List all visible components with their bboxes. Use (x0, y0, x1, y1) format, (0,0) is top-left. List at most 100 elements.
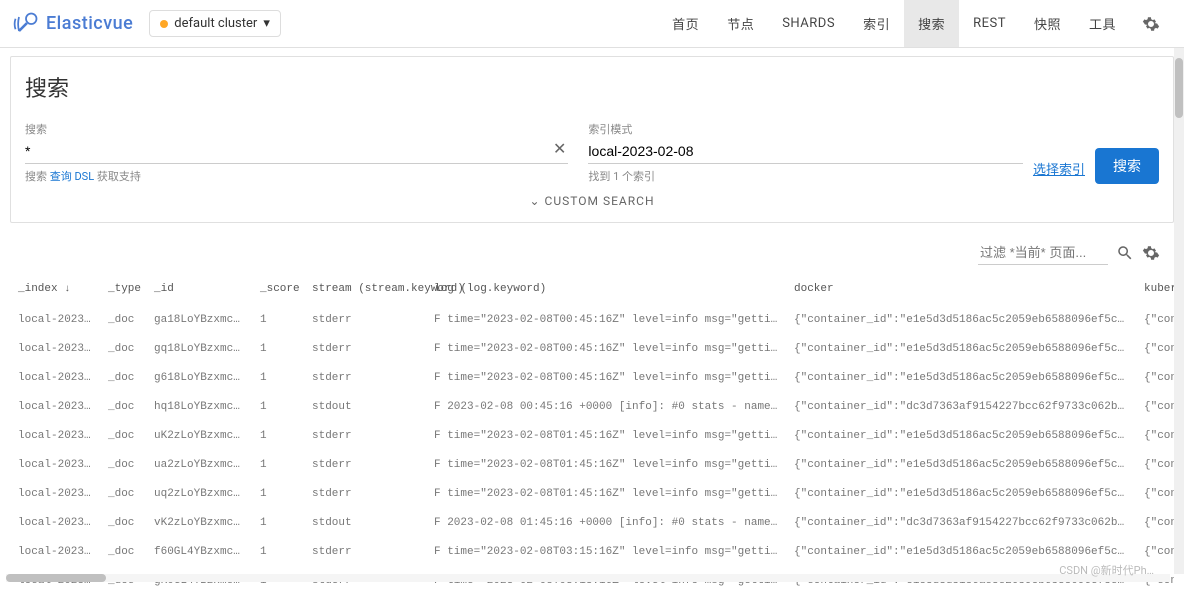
col-docker[interactable]: docker (786, 273, 1136, 306)
cell-stream: stderr (304, 480, 426, 509)
nav-item-5[interactable]: REST (959, 0, 1020, 47)
vertical-scrollbar[interactable] (1174, 48, 1184, 574)
cell-log: F time="2023-02-08T01:45:16Z" level=info… (426, 451, 786, 480)
cell-stream: stderr (304, 364, 426, 393)
scrollbar-thumb[interactable] (1175, 58, 1183, 118)
clear-query-icon[interactable]: ✕ (553, 139, 566, 158)
cell-type: _doc (100, 451, 146, 480)
chevron-down-icon: ⌄ (529, 194, 540, 208)
table-row[interactable]: local-2023-02-08_docuK2zLoYBzxmckReovK3U… (10, 422, 1174, 451)
select-index-link[interactable]: 选择索引 (1033, 159, 1085, 184)
col-score[interactable]: _score (252, 273, 304, 306)
cell-index: local-2023-02-08 (10, 538, 100, 567)
filter-input[interactable] (978, 241, 1108, 265)
search-icon[interactable] (1116, 244, 1134, 262)
nav-item-2[interactable]: SHARDS (768, 0, 849, 47)
cluster-selector[interactable]: default cluster ▾ (149, 10, 281, 37)
nav-item-6[interactable]: 快照 (1020, 0, 1075, 47)
col-id[interactable]: _id (146, 273, 252, 306)
index-hint: 找到 1 个索引 (588, 168, 1023, 184)
index-field-group: 索引模式 找到 1 个索引 选择索引 搜索 (588, 121, 1159, 184)
cell-index: local-2023-02-08 (10, 335, 100, 364)
scrollbar-thumb[interactable] (6, 574, 106, 582)
cell-log: F time="2023-02-08T01:45:16Z" level=info… (426, 480, 786, 509)
cell-id: uq2zLoYBzxmckReovK3U (146, 480, 252, 509)
cell-index: local-2023-02-08 (10, 422, 100, 451)
chevron-down-icon: ▾ (263, 16, 270, 31)
cell-docker: {"container_id":"e1e5d3d5186ac5c2059eb65… (786, 364, 1136, 393)
table-row[interactable]: local-2023-02-08_docf60GL4YBzxmckReoI7XH… (10, 538, 1174, 567)
cell-docker: {"container_id":"e1e5d3d5186ac5c2059eb65… (786, 451, 1136, 480)
nav-item-1[interactable]: 节点 (713, 0, 768, 47)
cell-docker: {"container_id":"e1e5d3d5186ac5c2059eb65… (786, 306, 1136, 335)
cell-index: local-2023-02-08 (10, 509, 100, 538)
cell-docker: {"container_id":"dc3d7363af9154227bcc62f… (786, 393, 1136, 422)
table-row[interactable]: local-2023-02-08_docvK2zLoYBzxmckReo0q0L… (10, 509, 1174, 538)
cluster-status-dot (160, 20, 168, 28)
cell-score: 1 (252, 451, 304, 480)
cell-log: F time="2023-02-08T01:45:16Z" level=info… (426, 422, 786, 451)
watermark: CSDN @新时代Ph… (1059, 562, 1154, 578)
search-card: 搜索 搜索 ✕ 搜索 查询 DSL 获取支持 索引模式 找到 1 个索引 选择索… (10, 56, 1174, 223)
cell-type: _doc (100, 393, 146, 422)
cell-score: 1 (252, 509, 304, 538)
cell-id: hq18LoYBzxmckReo46h6 (146, 393, 252, 422)
table-row[interactable]: local-2023-02-08_docgq18LoYBzxmckReozajL… (10, 335, 1174, 364)
cell-id: f60GL4YBzxmckReoI7XH (146, 538, 252, 567)
cell-type: _doc (100, 335, 146, 364)
page-title: 搜索 (25, 71, 1159, 103)
cell-kuber: {"con (1136, 364, 1174, 393)
col-stream[interactable]: stream (stream.keyword) (304, 273, 426, 306)
nav-item-0[interactable]: 首页 (658, 0, 713, 47)
gear-icon[interactable] (1142, 244, 1160, 262)
col-type[interactable]: _type (100, 273, 146, 306)
horizontal-scrollbar[interactable] (6, 574, 1170, 582)
cell-log: F time="2023-02-08T00:45:16Z" level=info… (426, 306, 786, 335)
cell-index: local-2023-02-08 (10, 480, 100, 509)
brand-logo[interactable]: Elasticvue (12, 10, 133, 38)
filter-bar (10, 223, 1174, 273)
cell-score: 1 (252, 364, 304, 393)
cell-index: local-2023-02-08 (10, 451, 100, 480)
table-row[interactable]: local-2023-02-08_docga18LoYBzxmckReozajL… (10, 306, 1174, 335)
cell-score: 1 (252, 480, 304, 509)
cell-type: _doc (100, 364, 146, 393)
table-row[interactable]: local-2023-02-08_dochq18LoYBzxmckReo46h6… (10, 393, 1174, 422)
cell-log: F time="2023-02-08T03:15:16Z" level=info… (426, 538, 786, 567)
custom-search-toggle[interactable]: ⌄CUSTOM SEARCH (25, 184, 1159, 210)
cell-log: F 2023-02-08 00:45:16 +0000 [info]: #0 s… (426, 393, 786, 422)
table-row[interactable]: local-2023-02-08_docg618LoYBzxmckReozajL… (10, 364, 1174, 393)
elasticvue-icon (12, 10, 40, 38)
cell-kuber: {"con (1136, 480, 1174, 509)
cell-stream: stdout (304, 393, 426, 422)
nav-item-3[interactable]: 索引 (849, 0, 904, 47)
index-pattern-input[interactable] (588, 139, 1023, 164)
table-row[interactable]: local-2023-02-08_docuq2zLoYBzxmckReovK3U… (10, 480, 1174, 509)
cell-type: _doc (100, 538, 146, 567)
results-table-wrap: _index ↓ _type _id _score stream (stream… (10, 273, 1174, 596)
nav-item-4[interactable]: 搜索 (904, 0, 959, 47)
cell-index: local-2023-02-08 (10, 393, 100, 422)
cell-stream: stderr (304, 451, 426, 480)
col-log[interactable]: log (log.keyword) (426, 273, 786, 306)
cell-kuber: {"con (1136, 306, 1174, 335)
settings-button[interactable] (1130, 15, 1172, 33)
cell-index: local-2023-02-08 (10, 306, 100, 335)
col-kuber[interactable]: kuber (1136, 273, 1174, 306)
query-dsl-link[interactable]: 查询 DSL (50, 170, 94, 183)
cell-log: F time="2023-02-08T00:45:16Z" level=info… (426, 335, 786, 364)
table-row[interactable]: local-2023-02-08_docua2zLoYBzxmckReovK3U… (10, 451, 1174, 480)
cell-docker: {"container_id":"e1e5d3d5186ac5c2059eb65… (786, 480, 1136, 509)
results-table: _index ↓ _type _id _score stream (stream… (10, 273, 1174, 596)
top-bar: Elasticvue default cluster ▾ 首页节点SHARDS索… (0, 0, 1184, 48)
nav-item-7[interactable]: 工具 (1075, 0, 1130, 47)
cell-kuber: {"con (1136, 451, 1174, 480)
col-index[interactable]: _index ↓ (10, 273, 100, 306)
cell-id: gq18LoYBzxmckReozajL (146, 335, 252, 364)
cell-score: 1 (252, 422, 304, 451)
cell-stream: stderr (304, 306, 426, 335)
cell-id: ga18LoYBzxmckReozajL (146, 306, 252, 335)
cell-score: 1 (252, 538, 304, 567)
query-input[interactable] (25, 139, 568, 164)
search-button[interactable]: 搜索 (1095, 148, 1159, 184)
